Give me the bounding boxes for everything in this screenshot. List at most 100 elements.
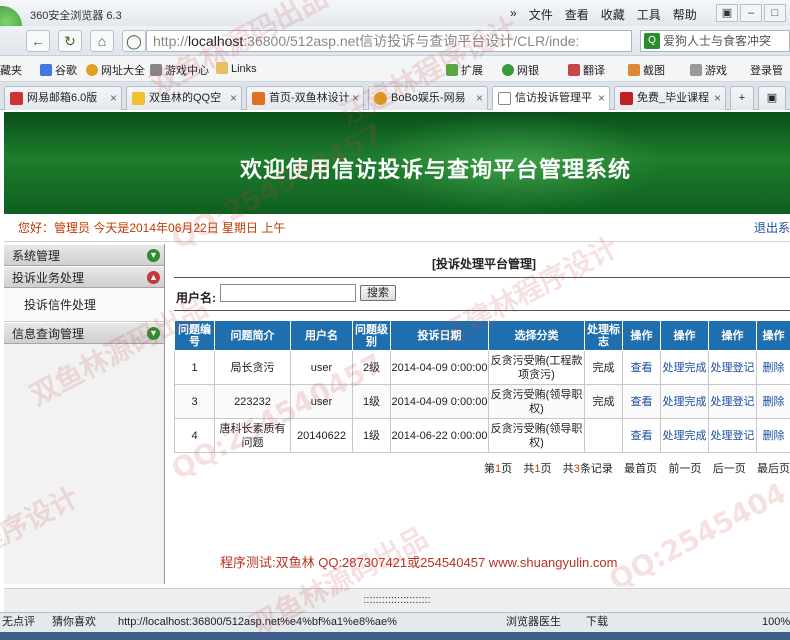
- complete-link[interactable]: 处理完成: [660, 350, 709, 385]
- col-header: 操作: [756, 320, 790, 351]
- delete-link[interactable]: 删除: [756, 384, 790, 419]
- cell-summary: 223232: [214, 384, 291, 419]
- username-input[interactable]: [220, 284, 356, 302]
- main-panel: [投诉处理平台管理] 用户名: 搜索 问题编号 问题简介 用户名 问题级别 投诉…: [168, 244, 790, 584]
- register-link[interactable]: 处理登记: [708, 418, 757, 453]
- banner-title: 欢迎使用信访投诉与查询平台管理系统: [240, 158, 632, 183]
- cell-id: 1: [174, 350, 215, 385]
- fav-item-extensions[interactable]: 扩展: [446, 62, 483, 78]
- search-button[interactable]: 搜索: [360, 285, 396, 301]
- refresh-icon[interactable]: ↻: [58, 30, 82, 52]
- next-page-link[interactable]: 后一页: [713, 460, 746, 476]
- cell-id: 3: [174, 384, 215, 419]
- browser-doctor[interactable]: 浏览器医生: [506, 613, 561, 632]
- status-guess[interactable]: 猜你喜欢: [52, 613, 96, 632]
- view-link[interactable]: 查看: [622, 418, 661, 453]
- fav-item-login[interactable]: 登录管: [750, 62, 783, 78]
- tab-mail[interactable]: 网易邮箱6.0版 ×: [4, 86, 122, 110]
- menu-more[interactable]: »: [510, 6, 517, 23]
- menu-tools[interactable]: 工具: [637, 6, 661, 23]
- shield-icon[interactable]: ◯: [122, 30, 146, 52]
- menu-help[interactable]: 帮助: [673, 6, 697, 23]
- fav-item-games[interactable]: 游戏中心: [150, 62, 209, 78]
- close-icon[interactable]: ×: [476, 87, 483, 109]
- page-title: [投诉处理平台管理]: [432, 257, 536, 271]
- menu-favorites[interactable]: 收藏: [601, 6, 625, 23]
- cell-summary: 唐科长素质有问题: [214, 418, 291, 453]
- delete-link[interactable]: 删除: [756, 350, 790, 385]
- favorites-bar: 藏夹 谷歌 网址大全 游戏中心 Links 扩展 网银 翻译 截图 游戏 登录管: [0, 56, 790, 82]
- close-icon[interactable]: ×: [352, 87, 359, 109]
- sidebar-item-system-management[interactable]: 系统管理 ▼: [4, 244, 164, 266]
- pagination: 第1页 共1页 共3条记录 最首页 前一页 后一页 最后页: [484, 460, 790, 476]
- cell-level: 1级: [352, 418, 391, 453]
- complaints-table: 问题编号 问题简介 用户名 问题级别 投诉日期 选择分类 处理标志 操作 操作 …: [174, 320, 790, 453]
- search-input[interactable]: Q 爱狗人士与食客冲突: [640, 30, 790, 52]
- fav-item-screenshot[interactable]: 截图: [628, 62, 665, 78]
- close-icon[interactable]: ×: [230, 87, 237, 109]
- tab-list-button[interactable]: ▣: [758, 86, 786, 110]
- sidebar-item-complaint-processing[interactable]: 投诉业务处理 ▲: [4, 266, 164, 288]
- fav-item-translate[interactable]: 翻译: [568, 62, 605, 78]
- fav-item-game[interactable]: 游戏: [690, 62, 727, 78]
- expand-icon: ▼: [147, 327, 160, 340]
- address-bar: ← ↻ ⌂ ◯ http://localhost:36800/512asp.ne…: [0, 26, 790, 56]
- col-header: 投诉日期: [390, 320, 489, 351]
- maximize-button[interactable]: □: [764, 4, 786, 22]
- table-row: 4 唐科长素质有问题 20140622 1级 2014-06-22 0:00:0…: [174, 418, 790, 453]
- cell-status: [584, 418, 623, 453]
- sidebar-item-info-query[interactable]: 信息查询管理 ▼: [4, 322, 164, 344]
- tab-complaint-system[interactable]: 信访投诉管理平 ×: [492, 86, 610, 110]
- col-header: 问题简介: [214, 320, 291, 351]
- skin-icon[interactable]: ▣: [716, 4, 738, 22]
- page-icon: [498, 92, 511, 105]
- tab-home-design[interactable]: 首页-双鱼林设计 ×: [246, 86, 364, 110]
- url-field[interactable]: http://localhost:36800/512asp.net信访投诉与查询…: [146, 30, 632, 52]
- delete-link[interactable]: 删除: [756, 418, 790, 453]
- pager-current: 第1页: [484, 463, 513, 475]
- bottom-divider: ::::::::::::::::::::::: [4, 588, 790, 612]
- sidebar-item-label: 系统管理: [12, 249, 61, 263]
- cell-username: user: [290, 384, 353, 419]
- status-url: http://localhost:36800/512asp.net%e4%bf%…: [118, 616, 397, 628]
- back-icon[interactable]: ←: [26, 30, 50, 52]
- first-page-link[interactable]: 最首页: [624, 460, 657, 476]
- fav-item-links[interactable]: Links: [216, 62, 257, 75]
- fav-item-bank[interactable]: 网银: [502, 62, 539, 78]
- zoom-level[interactable]: 100%: [762, 613, 790, 632]
- home-icon[interactable]: ⌂: [90, 30, 114, 52]
- close-icon[interactable]: ×: [110, 87, 117, 109]
- status-review[interactable]: 无点评: [2, 613, 35, 632]
- minimize-button[interactable]: –: [740, 4, 762, 22]
- col-header: 问题级别: [352, 320, 391, 351]
- complete-link[interactable]: 处理完成: [660, 384, 709, 419]
- fav-item-google[interactable]: 谷歌: [40, 62, 77, 78]
- view-link[interactable]: 查看: [622, 350, 661, 385]
- last-page-link[interactable]: 最后页: [757, 460, 790, 476]
- search-text: 爱狗人士与食客冲突: [663, 34, 772, 48]
- prev-page-link[interactable]: 前一页: [668, 460, 701, 476]
- site-icon: [252, 92, 265, 105]
- cell-date: 2014-06-22 0:00:00: [390, 418, 489, 453]
- close-icon[interactable]: ×: [714, 87, 721, 109]
- fav-item-sites[interactable]: 网址大全: [86, 62, 145, 78]
- menu-view[interactable]: 查看: [565, 6, 589, 23]
- table-header-row: 问题编号 问题简介 用户名 问题级别 投诉日期 选择分类 处理标志 操作 操作 …: [174, 320, 790, 351]
- view-link[interactable]: 查看: [622, 384, 661, 419]
- register-link[interactable]: 处理登记: [708, 384, 757, 419]
- fav-item-collect[interactable]: 藏夹: [0, 62, 22, 78]
- tab-free-course[interactable]: 免费_毕业课程 ×: [614, 86, 726, 110]
- close-icon[interactable]: ×: [598, 87, 605, 109]
- star-icon: [132, 92, 145, 105]
- cell-username: user: [290, 350, 353, 385]
- tab-qq-space[interactable]: 双鱼林的QQ空 ×: [126, 86, 242, 110]
- logout-link[interactable]: 退出系: [754, 214, 790, 242]
- sidebar-subitem-complaint-letters[interactable]: 投诉信件处理: [4, 288, 164, 322]
- complete-link[interactable]: 处理完成: [660, 418, 709, 453]
- download-button[interactable]: 下载: [586, 613, 608, 632]
- new-tab-button[interactable]: +: [730, 86, 754, 110]
- tab-bobo[interactable]: BoBo娱乐-网易 ×: [368, 86, 488, 110]
- register-link[interactable]: 处理登记: [708, 350, 757, 385]
- menu-file[interactable]: 文件: [529, 6, 553, 23]
- window-controls: ▣ – □: [716, 4, 786, 22]
